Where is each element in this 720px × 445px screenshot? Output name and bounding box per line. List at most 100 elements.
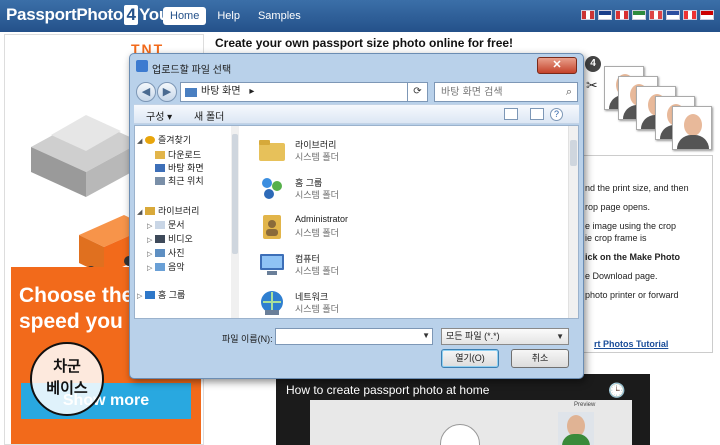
view-options-icon[interactable]: [504, 108, 518, 120]
language-flag-icon[interactable]: [615, 10, 629, 20]
tree-item[interactable]: ▷ 사진: [147, 247, 185, 259]
file-list: 라이브러리 시스템 폴더 홈 그룹 시스템 폴더 Administrator 시스템 폴더…: [241, 126, 568, 318]
language-flag-icon[interactable]: [632, 10, 646, 20]
recent-icon: [155, 177, 165, 185]
language-flag-icon[interactable]: [581, 10, 595, 20]
breadcrumb-arrow-icon[interactable]: ▸: [249, 86, 254, 97]
expander-icon[interactable]: ▷: [147, 263, 155, 275]
close-button[interactable]: ✕: [537, 57, 577, 74]
video-title[interactable]: How to create passport photo at home: [286, 383, 489, 397]
tree-item[interactable]: 바탕 화면: [147, 162, 204, 174]
site-logo[interactable]: PassportPhoto 4 You!: [6, 5, 175, 25]
tutorial-link[interactable]: rt Photos Tutorial: [594, 339, 668, 349]
expander-icon[interactable]: ◢: [137, 136, 145, 148]
tree-item[interactable]: ▷컴퓨터: [137, 317, 183, 319]
refresh-icon[interactable]: ⟳: [408, 82, 428, 102]
language-flag-icon[interactable]: [598, 10, 612, 20]
expander-icon[interactable]: ◢: [137, 207, 145, 219]
file-list-item[interactable]: 네트워크 시스템 폴더: [257, 286, 557, 318]
tree-item-label: 컴퓨터: [158, 318, 183, 319]
language-flag-icon[interactable]: [649, 10, 663, 20]
music-icon: [155, 263, 165, 271]
filename-label: 파일 이름(N):: [222, 334, 273, 344]
language-flag-icon[interactable]: [700, 10, 714, 20]
expander-icon[interactable]: ▷: [147, 235, 155, 247]
tree-item-label: 최근 위치: [168, 176, 204, 186]
filename-input[interactable]: ▼: [275, 328, 433, 345]
tree-item-label: 다운로드: [168, 150, 202, 160]
address-bar[interactable]: 바탕 화면 ▸: [180, 82, 408, 102]
cancel-button[interactable]: 취소: [511, 349, 569, 368]
tree-item[interactable]: 다운로드: [147, 149, 201, 161]
search-field[interactable]: ⌕: [434, 82, 578, 102]
doc-icon: [155, 221, 165, 229]
tree-item[interactable]: ▷ 홈 그룹: [137, 289, 185, 301]
watch-later-icon[interactable]: 🕒: [608, 382, 625, 399]
search-input[interactable]: [435, 83, 557, 101]
folder-icon: [155, 151, 165, 159]
nav-home-link[interactable]: Home: [163, 7, 207, 25]
address-row: ◀ ▶ 바탕 화면 ▸ ⟳ ⌕: [134, 81, 579, 103]
tree-item[interactable]: ◢ 라이브러리: [137, 205, 199, 217]
organize-menu[interactable]: 구성 ▾: [146, 108, 172, 123]
tree-item-label: 음악: [168, 262, 185, 272]
expander-icon[interactable]: ▷: [137, 291, 145, 303]
chevron-down-icon[interactable]: ▼: [422, 331, 430, 340]
filetype-value: 모든 파일 (*.*): [446, 331, 500, 341]
file-type: 시스템 폴더: [295, 266, 339, 276]
file-list-item[interactable]: Administrator 시스템 폴더: [257, 210, 557, 246]
search-icon[interactable]: ⌕: [566, 86, 572, 99]
language-flag-icon[interactable]: [666, 10, 680, 20]
dialog-titlebar[interactable]: 업로드할 파일 선택 ✕: [130, 54, 583, 78]
tree-item[interactable]: ▷ 비디오: [147, 233, 193, 245]
preview-pane-icon[interactable]: [530, 108, 544, 120]
dialog-browse-pane: ◢ 즐겨찾기 다운로드 바탕 화면 최근 위치 ◢ 라이브러리 ▷ 문서 ▷ 비디오 ▷ 사진 ▷ 음악 ▷ 홈…: [134, 125, 579, 319]
expander-icon[interactable]: ▷: [147, 249, 155, 261]
file-type: 시스템 폴더: [295, 228, 339, 238]
network-icon: [257, 288, 287, 316]
page-heading: Create your own passport size photo onli…: [215, 36, 514, 50]
homegroup-icon: [257, 174, 287, 202]
site-header: PassportPhoto 4 You! Home Help Samples: [0, 0, 720, 32]
new-folder-button[interactable]: 새 폴더: [194, 108, 224, 123]
forward-arrow-icon[interactable]: ▶: [157, 82, 177, 102]
file-list-item[interactable]: 컴퓨터 시스템 폴더: [257, 248, 557, 284]
video-icon: [155, 235, 165, 243]
stamp-line-2: 베이스: [46, 380, 88, 397]
video-embed[interactable]: How to create passport photo at home 🕒 P…: [276, 374, 650, 445]
navigation-tree: ◢ 즐겨찾기다운로드바탕 화면최근 위치 ◢ 라이브러리 ▷ 문서 ▷ 비디오 ▷ 사진 ▷ 음악 ▷ 홈…: [135, 126, 239, 318]
nav-help-link[interactable]: Help: [210, 7, 247, 25]
tree-item[interactable]: ◢ 즐겨찾기: [137, 134, 191, 146]
language-flags: [581, 10, 714, 20]
back-arrow-icon[interactable]: ◀: [136, 82, 156, 102]
homegroup-icon: [145, 291, 155, 299]
tree-item-label: 사진: [168, 248, 185, 258]
help-icon[interactable]: ?: [550, 108, 563, 121]
browser-icon: [136, 60, 148, 72]
library-icon: [145, 207, 155, 215]
stamp-line-1: 차군: [53, 358, 81, 375]
language-flag-icon[interactable]: [683, 10, 697, 20]
file-list-item[interactable]: 홈 그룹 시스템 폴더: [257, 172, 557, 208]
tree-item[interactable]: 최근 위치: [147, 175, 204, 187]
file-list-scrollbar[interactable]: [568, 126, 578, 318]
instruction-text: photo printer or forward: [585, 290, 679, 300]
file-list-item[interactable]: 라이브러리 시스템 폴더: [257, 134, 557, 170]
tree-item[interactable]: ▷ 문서: [147, 219, 185, 231]
expander-icon[interactable]: ▷: [147, 221, 155, 233]
nav-samples-link[interactable]: Samples: [251, 7, 308, 25]
filetype-select[interactable]: 모든 파일 (*.*) ▼: [441, 328, 569, 345]
instruction-text: ie crop frame is: [585, 233, 647, 243]
instruction-text: ick on the Make Photo: [585, 252, 681, 262]
instruction-text: e Download page.: [585, 271, 658, 281]
dialog-toolbar: 구성 ▾ 새 폴더 ?: [134, 104, 579, 124]
tree-item[interactable]: ▷ 음악: [147, 261, 185, 273]
library-icon: [257, 136, 287, 164]
tree-item-label: 비디오: [168, 234, 193, 244]
main-nav: Home Help Samples: [163, 7, 308, 25]
sample-photo-thumbnail: [672, 106, 712, 150]
tree-item-label: 문서: [168, 220, 185, 230]
tree-scrollbar[interactable]: [231, 126, 239, 318]
file-upload-dialog: 업로드할 파일 선택 ✕ ◀ ▶ 바탕 화면 ▸ ⟳ ⌕ 구성 ▾ 새 폴더 ?…: [129, 53, 584, 379]
open-button[interactable]: 열기(O): [441, 349, 499, 368]
